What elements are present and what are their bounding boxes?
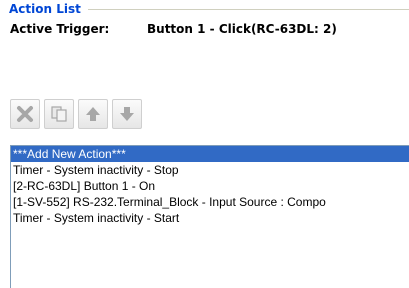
action-list[interactable]: ***Add New Action*** Timer - System inac… xyxy=(10,145,409,288)
list-item[interactable]: Timer - System inactivity - Stop xyxy=(11,162,409,178)
active-trigger-value: Button 1 - Click(RC-63DL: 2) xyxy=(147,22,337,36)
list-item[interactable]: Timer - System inactivity - Start xyxy=(11,210,409,226)
group-border xyxy=(88,9,409,10)
move-down-button[interactable] xyxy=(112,99,142,129)
action-list-group: Action List Active Trigger: Button 1 - C… xyxy=(0,0,409,288)
list-item-add-new-action[interactable]: ***Add New Action*** xyxy=(11,146,409,162)
move-up-button[interactable] xyxy=(78,99,108,129)
group-title: Action List xyxy=(9,2,84,16)
delete-button[interactable] xyxy=(10,99,40,129)
active-trigger-label: Active Trigger: xyxy=(10,22,110,36)
arrow-up-icon xyxy=(86,107,100,121)
delete-x-icon xyxy=(17,106,33,122)
copy-button[interactable] xyxy=(44,99,74,129)
list-item[interactable]: [2-RC-63DL] Button 1 - On xyxy=(11,178,409,194)
list-item[interactable]: [1-SV-552] RS-232.Terminal_Block - Input… xyxy=(11,194,409,210)
copy-icon xyxy=(51,106,67,122)
arrow-down-icon xyxy=(120,107,134,121)
